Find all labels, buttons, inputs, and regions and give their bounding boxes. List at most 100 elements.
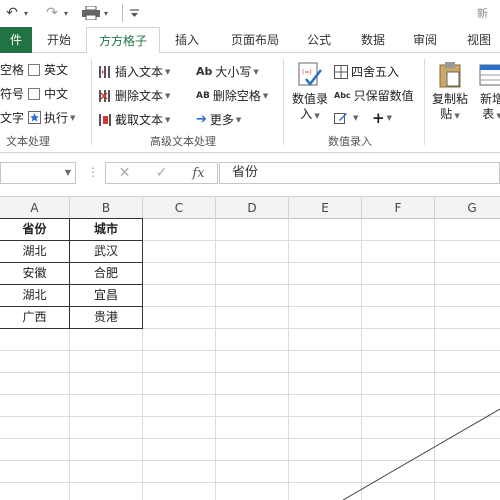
redo-dropdown-icon[interactable]: ▾ [62,4,70,22]
symbol-button[interactable]: 符号 [0,85,24,102]
edit-icon [334,111,348,125]
keep-value-button[interactable]: Abc 只保留数值 [334,87,414,104]
tab-formulas[interactable]: 公式 [298,27,340,53]
formula-bar: ▼ ⋮ ✕ ✓ fx 省份 [0,153,500,197]
round-icon [334,64,348,79]
redo-icon[interactable]: ↷ [44,4,60,22]
new-sheet-label-line2: 表 ▼ [482,107,500,121]
toolbar-separator [122,4,123,22]
delete-space-button[interactable]: AB 删除空格 ▼ [196,87,268,104]
tab-fangfang-gezi[interactable]: 方方格子 [86,27,160,54]
undo-dropdown-icon[interactable]: ▾ [22,4,30,22]
confirm-icon[interactable]: ✓ [143,165,180,181]
print-icon[interactable] [80,4,102,22]
insert-text-label: 插入文本 [115,65,164,79]
more-button[interactable]: ➔ 更多 ▼ [196,111,241,128]
text-button[interactable]: 文字 [0,109,24,126]
ribbon-panel: 空格 符号 文字 英文 中文 执行 ▼ 文本处理 插入文本 ▼ 删除文本 ▼ 截取文本… [0,53,500,153]
window-title: 新 [477,7,488,20]
chevron-down-icon: ▼ [262,91,269,100]
delete-text-icon [98,89,112,103]
delete-space-icon: AB [196,90,210,101]
delete-text-button[interactable]: 删除文本 ▼ [98,87,170,104]
abc-icon: Abc [334,91,351,100]
edit-button[interactable]: ▼ [334,111,358,125]
star-icon [28,111,41,124]
arrow-right-icon: ➔ [196,112,207,127]
more-label: 更多 [209,113,234,127]
remove-spaces-button[interactable]: 空格 [0,61,24,78]
page-break-line [342,408,500,500]
tab-data[interactable]: 数据 [352,27,394,53]
chevron-down-icon: ▼ [353,114,359,122]
tab-insert[interactable]: 插入 [166,27,208,53]
name-box[interactable]: ▼ [0,162,76,184]
round-label: 四舍五入 [351,65,400,79]
extract-text-label: 截取文本 [115,113,164,127]
tab-view[interactable]: 视图 [458,27,500,53]
undo-icon[interactable]: ↶ [4,4,20,22]
case-button[interactable]: Ab 大小写 ▼ [196,63,259,80]
print-dropdown-icon[interactable]: ▾ [102,4,110,22]
clipboard-icon [438,61,462,92]
ribbon-item-label: 符号 [0,87,25,101]
plus-button[interactable]: + ▼ [372,109,392,127]
ribbon-item-label: 空格 [0,63,25,77]
delete-space-label: 删除空格 [212,89,261,103]
insert-text-icon [98,65,112,79]
worksheet-grid[interactable]: ABCDEFG 省份 城市 湖北 武汉 安徽 合肥 湖北 宜昌 广西 贵港 [0,197,500,500]
case-label: 大小写 [215,65,252,79]
checkbox-icon[interactable] [28,87,40,100]
plus-icon: + [372,109,385,127]
extract-text-button[interactable]: 截取文本 ▼ [98,111,170,128]
numeric-entry-label-line2: 入 ▼ [300,107,320,121]
round-button[interactable]: 四舍五入 [334,63,399,80]
chevron-down-icon: ▼ [165,115,171,124]
copy-paste-label-line2: 贴 ▼ [440,107,460,121]
execute-button[interactable]: 执行 ▼ [28,109,75,126]
delete-text-label: 删除文本 [115,89,164,103]
group-separator [424,59,425,145]
new-sheet-icon [479,61,500,92]
group-separator [283,59,284,145]
english-checkbox[interactable]: 英文 [28,61,68,78]
insert-function-icon[interactable]: fx [180,166,217,181]
group-label-numeric-entry: 数值录入 [328,135,372,148]
chevron-down-icon: ▼ [70,113,76,122]
tab-page-layout[interactable]: 页面布局 [222,27,288,53]
resize-handle-icon[interactable]: ⋮ [87,165,99,179]
extract-text-icon [98,113,112,127]
ribbon-tabs: 件 开始 方方格子 插入 页面布局 公式 数据 审阅 视图 [0,27,500,54]
checkbox-label: 英文 [44,63,69,77]
formula-buttons: ✕ ✓ fx [105,162,218,184]
new-sheet-button[interactable]: 新增 表 ▼ [472,59,500,131]
insert-text-button[interactable]: 插入文本 ▼ [98,63,170,80]
execute-label: 执行 [44,111,69,125]
group-separator [91,59,92,145]
checkbox-icon[interactable] [28,63,40,76]
excel-window: ↶ ▾ ↷ ▾ ▾ 新 件 开始 方方格子 插入 页面布局 公式 数据 审阅 视… [0,0,500,500]
quick-access-toolbar: ↶ ▾ ↷ ▾ ▾ 新 [0,0,500,27]
numeric-entry-icon: (=) [297,61,323,92]
group-label-text-processing: 文本处理 [6,135,50,148]
chinese-checkbox[interactable]: 中文 [28,85,68,102]
copy-paste-label: 复制粘 [431,92,468,106]
tab-file[interactable]: 件 [0,27,32,53]
tab-home[interactable]: 开始 [38,27,80,53]
new-sheet-label: 新增 [479,92,500,106]
copy-paste-button[interactable]: 复制粘 贴 ▼ [430,59,470,131]
cancel-icon[interactable]: ✕ [106,165,143,181]
case-icon: Ab [196,65,213,78]
chevron-down-icon[interactable]: ▼ [65,168,71,177]
chevron-down-icon: ▼ [235,115,242,124]
formula-input[interactable]: 省份 [219,162,500,184]
chevron-down-icon: ▼ [386,114,392,122]
customize-toolbar-icon[interactable] [128,4,140,22]
numeric-entry-button[interactable]: (=) 数值录 入 ▼ [290,59,330,131]
chevron-down-icon: ▼ [165,67,171,76]
group-label-advanced-text: 高级文本处理 [150,135,216,148]
numeric-entry-label: 数值录 [291,92,328,106]
tab-review[interactable]: 审阅 [404,27,446,53]
chevron-down-icon: ▼ [253,67,259,76]
keep-value-label: 只保留数值 [353,89,414,103]
